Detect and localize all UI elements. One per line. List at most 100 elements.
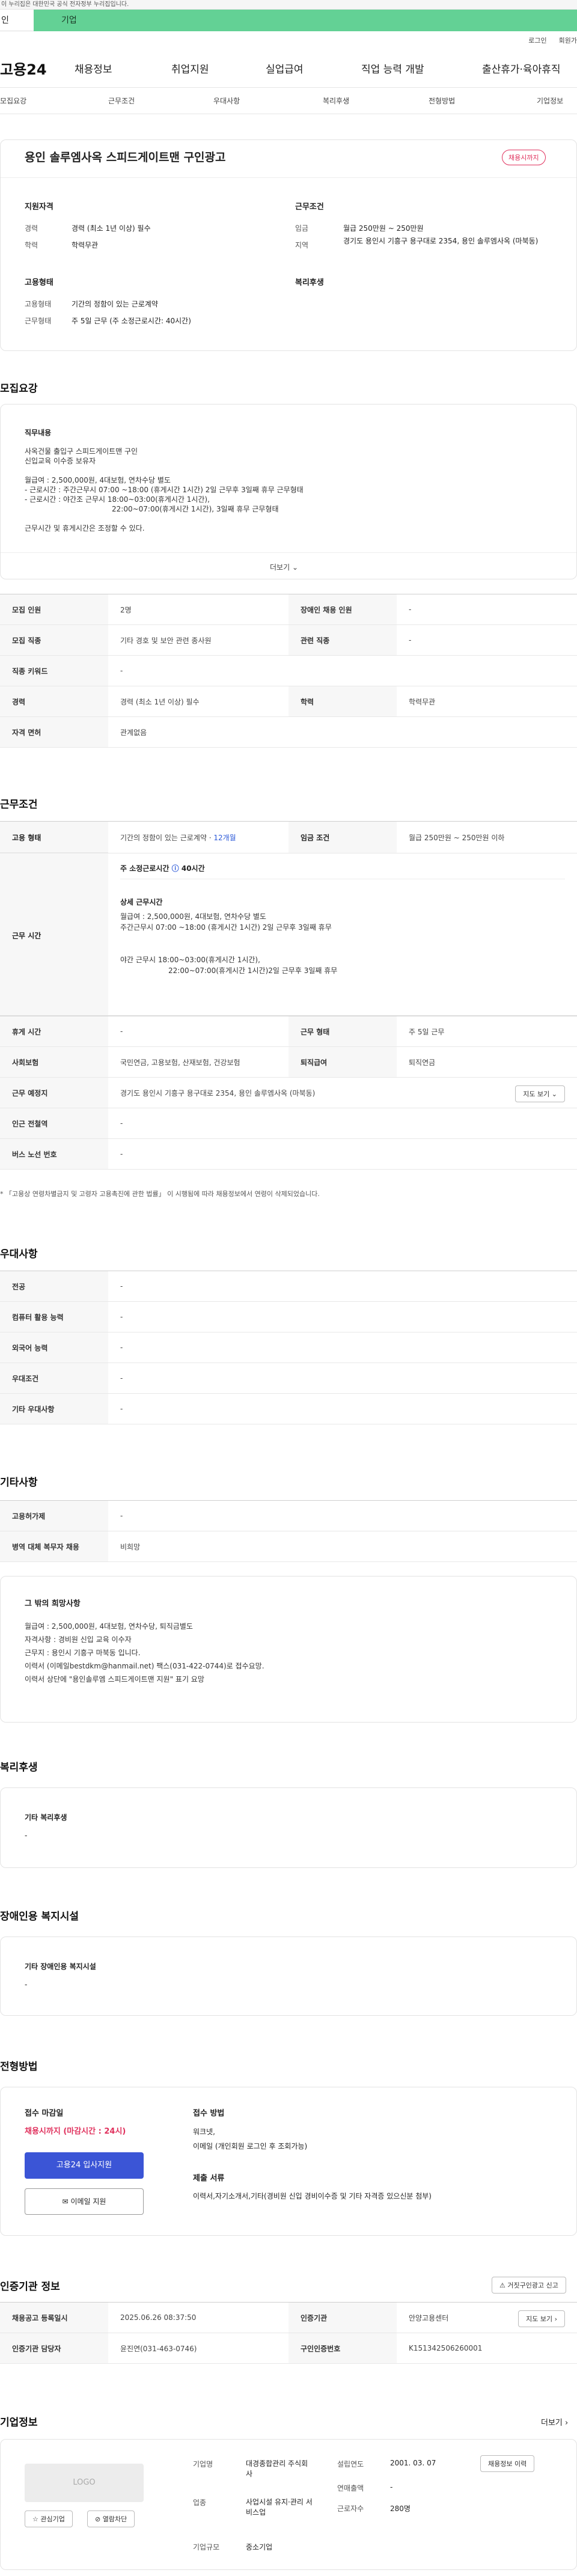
- size-value: 중소기업: [246, 2543, 273, 2551]
- company-more-link[interactable]: 더보기 ›: [541, 2416, 568, 2428]
- tab-individual[interactable]: 인: [0, 10, 34, 31]
- gnb-item-jobs[interactable]: 채용정보: [75, 61, 112, 76]
- duty-line: 22:00~07:00(휴게시간 1시간), 3일째 휴무 근무형태: [112, 505, 279, 513]
- work-value: 주 5일 근무 (주 소정근로시간: 40시간): [72, 317, 191, 325]
- apply-button[interactable]: 고용24 입사지원: [25, 2152, 144, 2179]
- table-row: 인증기관 담당자 윤진연(031-463-0746) 구인인증번호 K15134250…: [0, 2333, 577, 2364]
- duty-card: 직무내용 사옥건물 출입구 스피드게이트맨 구인 신입교육 이수증 보유자 월급…: [0, 404, 577, 579]
- global-nav: 고용24 채용정보 취업지원 실업급여 직업 능력 개발 출산휴가·육아휴직: [0, 49, 577, 88]
- deadline-value: 채용시까지 (마감시간 : 24시): [25, 2127, 126, 2136]
- tab-strip: 인 기업: [0, 10, 577, 31]
- region-value: 경기도 용인시 기흥구 용구대로 2354, 용인 솔루엠사옥 (마북동): [343, 237, 539, 245]
- wage-cond-value: 월급 250만원 ~ 250만원 이하: [409, 834, 505, 842]
- table-row: 기타 우대사항 -: [0, 1393, 577, 1424]
- year-value: 2001. 03. 07: [390, 2459, 436, 2467]
- util-links: 로그인 회원가: [0, 31, 577, 49]
- email-apply-button[interactable]: ✉ 이메일 지원: [25, 2188, 144, 2215]
- job-title: 용인 솔루엠사옥 스피드게이트맨 구인광고: [25, 151, 226, 164]
- duty-line: 사옥건물 출입구 스피드게이트맨 구인: [25, 447, 138, 456]
- recruit-history-button[interactable]: 채용정보 이력: [480, 2455, 535, 2472]
- snb-item-screen[interactable]: 전형방법: [429, 96, 455, 106]
- method-line: 이메일 (개인회원 로그인 후 조회가능): [193, 2142, 308, 2150]
- year-label: 설립연도: [337, 2460, 364, 2468]
- chevron-right-icon: ›: [565, 2419, 569, 2428]
- table-row: 전공 -: [0, 1271, 577, 1302]
- snb-item-welfare[interactable]: 복리후생: [323, 96, 349, 106]
- site-logo[interactable]: 고용24: [0, 58, 72, 79]
- gnb-item-leave[interactable]: 출산휴가·육아휴직: [482, 61, 561, 76]
- chevron-right-icon: ›: [554, 2315, 557, 2323]
- req-title: 지원자격: [25, 203, 53, 212]
- snb-item-cond[interactable]: 근무조건: [108, 96, 135, 106]
- region-label: 지역: [295, 241, 309, 249]
- pref-table: 전공 - 컴퓨터 활용 능력 - 외국어 능력 - 우대조건 - 기타 우대사항 -: [0, 1271, 577, 1424]
- table-row: 병역 대체 복무자 채용 비희망: [0, 1531, 577, 1562]
- sales-value: -: [390, 2483, 393, 2491]
- duty-line: - 근로시간 : 주간근무시 07:00 ~18:00 (휴게시간 1시간) 2…: [25, 486, 304, 494]
- company-name-label: 기업명: [193, 2460, 213, 2468]
- table-row: 외국어 능력 -: [0, 1332, 577, 1363]
- snb-item-pref[interactable]: 우대사항: [213, 96, 240, 106]
- welfare-sub: 기타 복리후생: [25, 1813, 67, 1822]
- cond-table: 휴게 시간 - 근무 형태 주 5일 근무 사회보험 국민연금, 고용보험, 산재보험,…: [0, 1016, 577, 1170]
- snb-item-recruit[interactable]: 모집요강: [0, 96, 26, 106]
- report-button[interactable]: ⚠ 거짓구인광고 신고: [492, 2277, 566, 2294]
- table-row: 우대조건 -: [0, 1363, 577, 1394]
- detail-text: 월급여 : 2,500,000원, 4대보험, 연차수당 별도 주간근무시 07…: [120, 911, 337, 976]
- summary-card: 용인 솔루엠사옥 스피드게이트맨 구인광고 채용시까지 지원자격 경력 경력 (…: [0, 139, 577, 351]
- favorite-button[interactable]: ☆ 관심기업: [25, 2510, 73, 2527]
- detail-title: 상세 근무시간: [120, 898, 163, 906]
- emp-label: 고용 형태: [12, 834, 41, 842]
- gnb-item-benefit[interactable]: 실업급여: [266, 61, 304, 76]
- disab-title: 장애인용 복지시설: [0, 1911, 79, 1923]
- recruit-title: 모집요강: [0, 383, 38, 395]
- table-row: 근무 예정지 경기도 용인시 기흥구 용구대로 2354, 용인 솔루엠사옥 (마…: [0, 1077, 577, 1108]
- table-row: 모집 인원 2명 장애인 채용 인원 -: [0, 594, 577, 625]
- work-label: 근무형태: [25, 317, 52, 325]
- table-row: 고용허가제 -: [0, 1500, 577, 1531]
- agency-map-button[interactable]: 지도 보기 ›: [518, 2310, 565, 2327]
- info-icon[interactable]: ⓘ: [172, 864, 179, 873]
- emp-title: 고용형태: [25, 278, 53, 287]
- agency-title: 인증기관 정보: [0, 2281, 60, 2293]
- map-button[interactable]: 지도 보기 ⌄: [515, 1085, 565, 1102]
- section-nav: 모집요강 근무조건 우대사항 복리후생 전형방법 기업정보: [0, 88, 577, 114]
- gnb-item-training[interactable]: 직업 능력 개발: [361, 61, 424, 76]
- detail-line: 야간 근무시 18:00~03:00(휴게시간 1시간),: [120, 956, 260, 964]
- signup-link[interactable]: 회원가: [559, 35, 577, 45]
- detail-line: 월급여 : 2,500,000원, 4대보험, 연차수당 별도: [120, 912, 266, 921]
- other-line: 근무지 : 용인시 기흥구 마북동 입니다.: [25, 1649, 141, 1657]
- place-value: 경기도 용인시 기흥구 용구대로 2354, 용인 솔루엠사옥 (마북동): [120, 1088, 316, 1097]
- duty-text: 사옥건물 출입구 스피드게이트맨 구인 신입교육 이수증 보유자 월급여 : 2…: [25, 447, 304, 533]
- table-row: 채용공고 등록일시 2025.06.26 08:37:50 인증기관 안양고용센터 지도…: [0, 2302, 577, 2333]
- block-icon: ⊘: [95, 2515, 101, 2523]
- snb-item-company[interactable]: 기업정보: [537, 96, 563, 106]
- company-card: LOGO ☆ 관심기업 ⊘ 열람차단 기업명 대경종합관리 주식회사 설립연도 …: [0, 2439, 577, 2570]
- table-row: 인근 전철역 -: [0, 1108, 577, 1139]
- block-button[interactable]: ⊘ 열람차단: [87, 2510, 135, 2527]
- welfare-section-title: 복리후생: [0, 1762, 38, 1774]
- wage-cond-label: 임금 조건: [301, 834, 330, 842]
- table-row: 경력 경력 (최소 1년 이상) 필수 학력 학력무관: [0, 686, 577, 717]
- tab-company[interactable]: 기업: [34, 10, 577, 31]
- table-row: 휴게 시간 - 근무 형태 주 5일 근무: [0, 1016, 577, 1047]
- star-icon: ☆: [32, 2515, 38, 2523]
- duty-title: 직무내용: [25, 429, 52, 437]
- login-link[interactable]: 로그인: [528, 35, 546, 45]
- sales-label: 연매출액: [337, 2484, 364, 2492]
- duty-line: 월급여 : 2,500,000원, 4대보험, 연차수당 별도: [25, 476, 171, 484]
- disab-card: 기타 장애인용 복지시설 -: [0, 1937, 577, 2016]
- gnb-item-support[interactable]: 취업지원: [171, 61, 209, 76]
- etc-table: 고용허가제 - 병역 대체 복무자 채용 비희망: [0, 1500, 577, 1562]
- siren-icon: ⚠: [499, 2281, 505, 2289]
- emp-count-label: 근로자수: [337, 2504, 364, 2513]
- edu-label: 학력: [25, 241, 38, 249]
- more-button[interactable]: 더보기 ⌄: [270, 562, 298, 572]
- method-text: 워크넷, 이메일 (개인회원 로그인 후 조회가능): [193, 2125, 307, 2153]
- wage-label: 임금: [295, 224, 309, 233]
- emp-type-label: 고용형태: [25, 300, 52, 308]
- age-note: * 「고용상 연령차별금지 및 고령자 고용촉진에 관한 법률」 이 시행됨에 …: [0, 1190, 320, 1198]
- detail-line: 주간근무시 07:00 ~18:00 (휴게시간 1시간) 2일 근무후 3일째…: [120, 923, 332, 932]
- emp-count-value: 280명: [390, 2504, 411, 2513]
- other-line: 월급여 : 2,500,000원, 4대보험, 연차수당, 퇴직금별도: [25, 1622, 193, 1631]
